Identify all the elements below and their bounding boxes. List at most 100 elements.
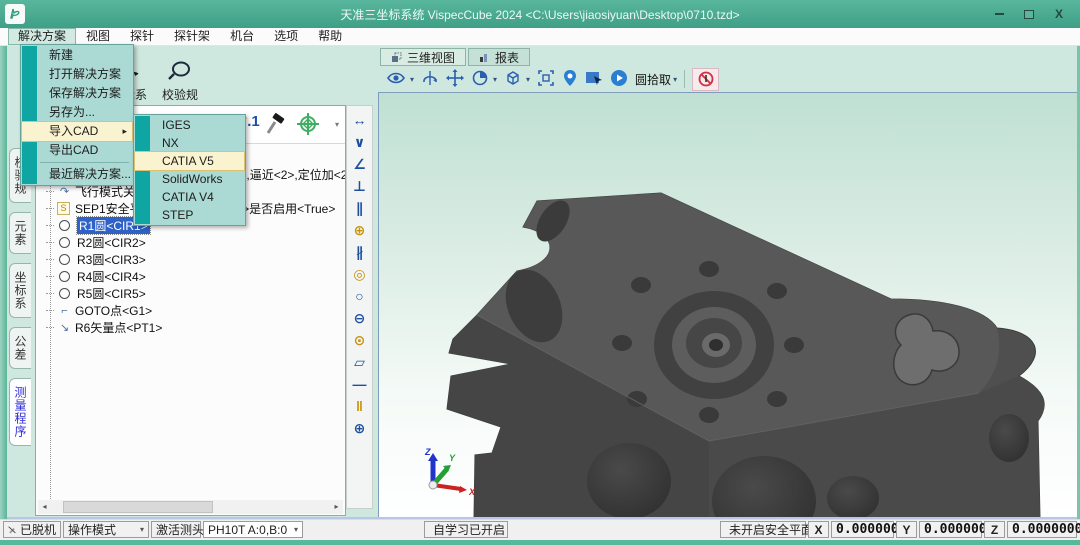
submenu-nx[interactable]: NX xyxy=(135,134,244,152)
close-button[interactable]: X xyxy=(1044,0,1074,28)
restore-button[interactable] xyxy=(1014,0,1044,28)
gdt-position-small-icon[interactable]: ⊕ xyxy=(354,221,366,239)
tab-report[interactable]: 报表 xyxy=(468,48,530,66)
gdt-total-runout-icon[interactable]: ⊙ xyxy=(354,331,366,349)
scrollbar-thumb[interactable] xyxy=(63,501,213,513)
gdt-circularity-icon[interactable]: ○ xyxy=(355,287,363,305)
tree-item-circle-r4[interactable]: R4圆<CIR4> xyxy=(36,268,345,285)
submenu-solidworks[interactable]: SolidWorks xyxy=(135,170,244,188)
gdt-distance-icon[interactable]: ↔ xyxy=(353,111,367,129)
coord-y-label: Y xyxy=(896,521,917,538)
fly-mode-icon: ↷ xyxy=(57,185,72,199)
cad-model[interactable] xyxy=(379,93,1079,518)
gdt-runout-icon[interactable]: ⊖ xyxy=(354,309,366,327)
gdt-symmetry-icon[interactable]: ‖ xyxy=(356,397,363,415)
submenu-catia-v4[interactable]: CATIA V4 xyxy=(135,188,244,206)
menu-export-cad[interactable]: 导出CAD xyxy=(22,141,132,160)
box-select-button[interactable] xyxy=(585,70,603,89)
menu-bar: 解决方案 视图 探针 探针架 机台 选项 帮助 xyxy=(0,28,1080,46)
gdt-toolbar: ↔ ∨ ∠ ⊥ ∥ ⊕ ∦ ◎ ○ ⊖ ⊙ ▱ — ‖ ⊕ xyxy=(346,105,373,509)
circle-pick-dropdown[interactable]: 圆拾取 ▾ xyxy=(635,71,677,88)
menu-save-solution[interactable]: 保存解决方案 xyxy=(22,84,132,103)
tree-horizontal-scrollbar[interactable]: ◂ ▸ xyxy=(38,500,343,514)
coord-y-value: 0.0000000 xyxy=(919,521,982,538)
menu-import-cad[interactable]: 导入CAD ▸ xyxy=(22,122,132,141)
tab-tolerance[interactable]: 公差 xyxy=(9,327,31,369)
operation-mode-combo[interactable]: 操作模式 ▾ xyxy=(63,521,149,538)
gdt-angle-icon[interactable]: ∠ xyxy=(353,155,366,173)
tab-coordinate-system[interactable]: 坐标系 xyxy=(9,263,31,318)
menu-open-solution[interactable]: 打开解决方案 xyxy=(22,65,132,84)
tree-item-circle-r3[interactable]: R3圆<CIR3> xyxy=(36,251,345,268)
circle-icon xyxy=(59,288,70,299)
no-probe-icon xyxy=(698,71,714,87)
menu-recent-solutions[interactable]: 最近解决方案... xyxy=(22,165,132,184)
axis-target-icon[interactable] xyxy=(296,112,320,139)
probe-combo[interactable]: PH10T A:0,B:0 ▾ xyxy=(203,521,303,538)
minimize-button[interactable] xyxy=(984,0,1014,28)
toolbar-overflow-icon[interactable]: ▾ xyxy=(335,120,339,129)
goto-icon: ⌐ xyxy=(57,304,72,318)
scroll-right-icon[interactable]: ▸ xyxy=(330,501,343,513)
menu-save-as[interactable]: 另存为... xyxy=(22,103,132,122)
pan-view-button[interactable] xyxy=(446,69,464,90)
tab-measure-program[interactable]: 测量程序 xyxy=(9,378,31,446)
dropdown-caret-icon[interactable]: ▾ xyxy=(526,75,530,84)
gdt-straightness-icon[interactable]: — xyxy=(353,375,367,393)
hammer-icon[interactable] xyxy=(264,112,288,139)
gdt-angularity-icon[interactable]: ∦ xyxy=(356,243,363,261)
tab-elements[interactable]: 元素 xyxy=(9,212,31,254)
dropdown-caret-icon: ▾ xyxy=(140,525,144,534)
zoom-fit-button[interactable] xyxy=(537,69,555,90)
submenu-iges[interactable]: IGES xyxy=(135,116,244,134)
menu-item-options[interactable]: 选项 xyxy=(264,28,308,45)
gdt-flatness-icon[interactable]: ▱ xyxy=(354,353,365,371)
side-tab-strip: 校验规 元素 坐标系 公差 测量程序 xyxy=(9,148,31,446)
probe-disable-indicator[interactable] xyxy=(692,68,719,91)
view-mode-eye-button[interactable] xyxy=(386,70,406,89)
window-title: 天准三坐标系统 VispecCube 2024 <C:\Users\jiaosi… xyxy=(0,6,1080,23)
view-toolbar: ▾ ▾ ▾ 圆拾取 ▾ xyxy=(378,66,1080,92)
right-zone: 三维视图 报表 ▾ ▾ ▾ 圆拾取 ▾ xyxy=(378,46,1080,519)
window-controls: X xyxy=(984,0,1074,28)
menu-item-machine[interactable]: 机台 xyxy=(220,28,264,45)
tab-3d-view[interactable]: 三维视图 xyxy=(380,48,466,66)
tree-item-circle-r5[interactable]: R5圆<CIR5> xyxy=(36,285,345,302)
locate-pin-button[interactable] xyxy=(562,69,578,90)
rotate-view-button[interactable] xyxy=(421,69,439,90)
window-bottom-edge xyxy=(0,540,1080,545)
menu-item-view[interactable]: 视图 xyxy=(76,28,120,45)
coord-z-value: 0.0000000 xyxy=(1007,521,1077,538)
submenu-catia-v5[interactable]: CATIA V5 xyxy=(135,152,244,170)
title-bar: 天准三坐标系统 VispecCube 2024 <C:\Users\jiaosi… xyxy=(0,0,1080,28)
calibration-gauge-button[interactable]: 校验规 xyxy=(157,58,203,103)
viewport-3d[interactable]: Z Y X xyxy=(378,92,1080,519)
gdt-parallelism-icon[interactable]: ∥ xyxy=(356,199,363,217)
offline-pen-icon xyxy=(8,523,16,536)
submenu-step[interactable]: STEP xyxy=(135,206,244,224)
scroll-left-icon[interactable]: ◂ xyxy=(38,501,51,513)
view3d-icon xyxy=(391,52,402,63)
dropdown-caret-icon[interactable]: ▾ xyxy=(493,75,497,84)
cube-view-button[interactable] xyxy=(504,69,522,90)
app-window: 天准三坐标系统 VispecCube 2024 <C:\Users\jiaosi… xyxy=(0,0,1080,545)
tree-item-circle-r2[interactable]: R2圆<CIR2> xyxy=(36,234,345,251)
menu-item-probe[interactable]: 探针 xyxy=(120,28,164,45)
tree-item-goto[interactable]: ⌐GOTO点<G1> xyxy=(36,302,345,319)
solution-menu: 新建 打开解决方案 保存解决方案 另存为... 导入CAD ▸ 导出CAD 最近… xyxy=(20,44,134,186)
gdt-angle-v-icon[interactable]: ∨ xyxy=(354,133,365,151)
play-button[interactable] xyxy=(610,69,628,90)
gdt-position-icon[interactable]: ⊕ xyxy=(354,419,366,437)
gdt-concentricity-icon[interactable]: ◎ xyxy=(353,265,365,283)
menu-item-solution[interactable]: 解决方案 xyxy=(8,28,76,45)
tree-item-vector-point[interactable]: ↘R6矢量点<PT1> xyxy=(36,319,345,336)
menu-item-help[interactable]: 帮助 xyxy=(308,28,352,45)
close-icon: X xyxy=(1055,7,1063,21)
dropdown-caret-icon[interactable]: ▾ xyxy=(410,75,414,84)
menu-item-probe-rack[interactable]: 探针架 xyxy=(164,28,220,45)
render-style-button[interactable] xyxy=(471,69,489,90)
dropdown-caret-icon: ▾ xyxy=(294,525,298,534)
circle-icon xyxy=(59,271,70,282)
menu-new[interactable]: 新建 xyxy=(22,46,132,65)
gdt-perpendicularity-icon[interactable]: ⊥ xyxy=(353,177,366,195)
